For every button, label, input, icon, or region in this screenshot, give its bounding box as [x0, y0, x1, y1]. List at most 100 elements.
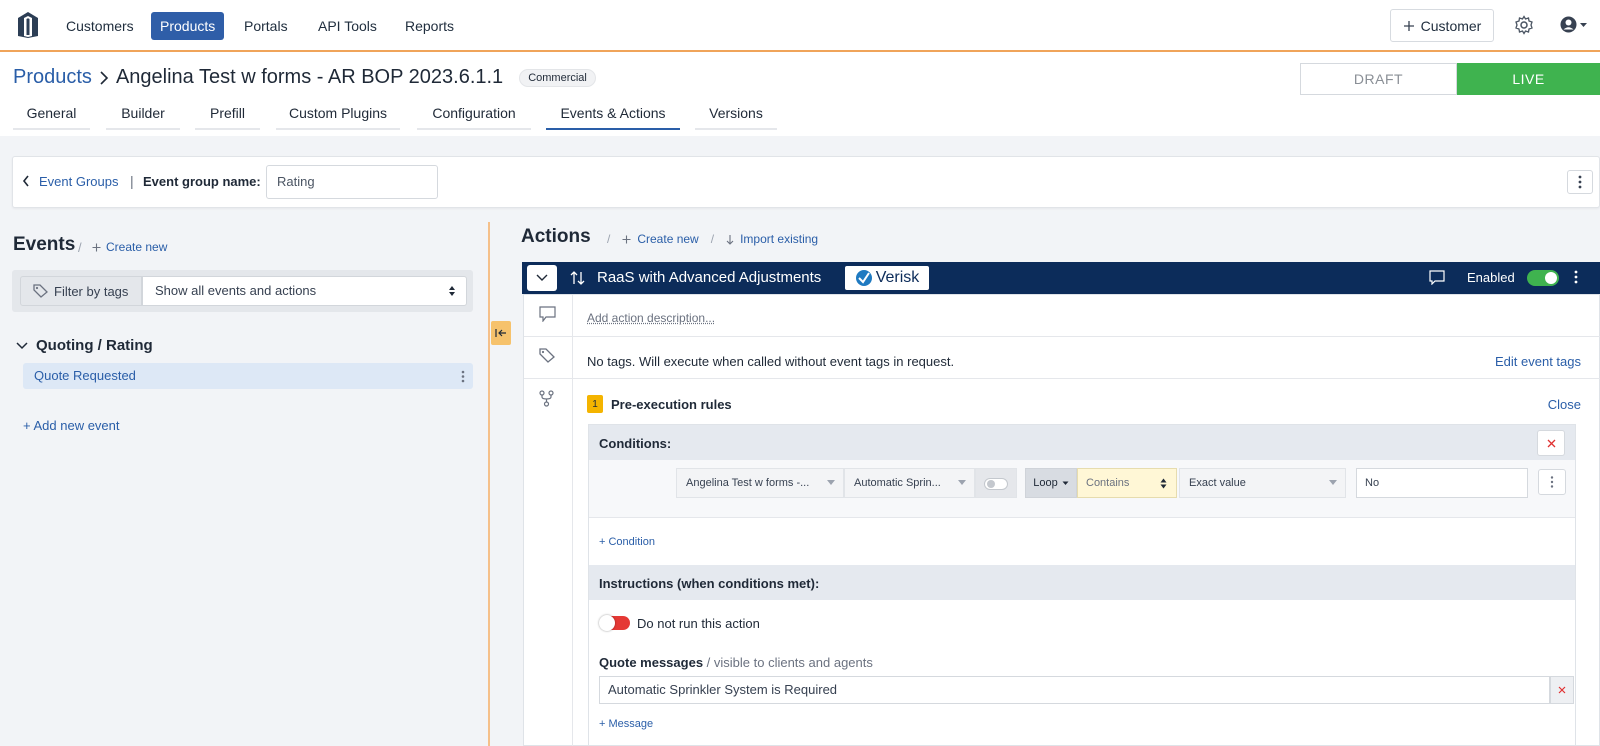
- create-event-link[interactable]: Create new: [92, 240, 167, 254]
- remove-message-button[interactable]: [1550, 676, 1574, 704]
- add-customer-label: Customer: [1420, 17, 1482, 34]
- conditions-panel: Conditions: Angelina Test w forms -... A…: [588, 424, 1576, 746]
- instructions-label: Instructions (when conditions met):: [599, 576, 820, 591]
- chevron-left-icon[interactable]: [21, 174, 31, 188]
- event-item-quote-requested[interactable]: Quote Requested: [23, 363, 473, 389]
- select-arrows-icon: [448, 285, 456, 297]
- operator-value: Contains: [1086, 477, 1130, 489]
- quote-messages-title: Quote messages: [599, 655, 704, 670]
- quote-message-input[interactable]: Automatic Sprinkler System is Required: [599, 676, 1550, 704]
- tab-configuration[interactable]: Configuration: [417, 96, 531, 130]
- plus-icon: [92, 243, 101, 252]
- nav-products[interactable]: Products: [151, 12, 225, 40]
- caret-down-icon: [958, 480, 966, 485]
- event-item-label: Quote Requested: [34, 368, 136, 383]
- add-new-event-link[interactable]: + Add new event: [23, 418, 120, 433]
- more-options-button[interactable]: [1567, 170, 1593, 194]
- event-groups-link[interactable]: Event Groups: [39, 174, 119, 189]
- event-group-name-input[interactable]: Rating: [266, 165, 438, 199]
- condition-options-button[interactable]: [1538, 469, 1566, 495]
- kebab-icon[interactable]: [461, 370, 465, 383]
- draft-button[interactable]: DRAFT: [1300, 63, 1457, 95]
- close-rules-link[interactable]: Close: [1548, 397, 1581, 412]
- condition-toggle[interactable]: [975, 468, 1017, 498]
- draft-live-switch: DRAFT LIVE: [1300, 63, 1600, 95]
- kebab-icon[interactable]: [1574, 270, 1578, 284]
- caret-down-icon: [1062, 481, 1069, 486]
- row-divider: [524, 336, 1600, 337]
- collapse-panel-button[interactable]: [491, 321, 511, 345]
- tab-versions[interactable]: Versions: [695, 96, 777, 130]
- nav-reports[interactable]: Reports: [396, 12, 463, 40]
- verisk-wordmark: Verisk: [875, 269, 920, 286]
- actions-heading: Actions: [521, 226, 591, 247]
- nav-portals[interactable]: Portals: [235, 12, 297, 40]
- tab-general[interactable]: General: [13, 96, 90, 130]
- row-divider: [524, 378, 1600, 379]
- add-condition-link[interactable]: + Condition: [599, 536, 655, 548]
- add-customer-button[interactable]: Customer: [1390, 9, 1494, 42]
- select-arrows-icon: [1160, 478, 1167, 489]
- branch-icon: [539, 390, 554, 407]
- caret-down-icon: [1329, 480, 1337, 485]
- breadcrumb: Products Angelina Test w forms - AR BOP …: [13, 66, 596, 89]
- gear-icon[interactable]: [1514, 15, 1534, 35]
- tab-events-actions[interactable]: Events & Actions: [546, 96, 680, 130]
- tab-custom-plugins[interactable]: Custom Plugins: [276, 96, 400, 130]
- kebab-icon: [1550, 476, 1554, 488]
- reorder-icon[interactable]: [570, 270, 586, 286]
- enabled-toggle[interactable]: [1527, 270, 1559, 286]
- collapse-action-button[interactable]: [527, 265, 557, 291]
- condition-field-value: Automatic Sprin...: [854, 477, 941, 489]
- create-action-link[interactable]: Create new: [637, 232, 698, 246]
- tab-prefill[interactable]: Prefill: [195, 96, 260, 130]
- condition-row: Angelina Test w forms -... Automatic Spr…: [589, 460, 1575, 518]
- product-header: Products Angelina Test w forms - AR BOP …: [0, 52, 1600, 136]
- conditions-label: Conditions:: [599, 436, 672, 451]
- condition-source-select[interactable]: Angelina Test w forms -...: [676, 468, 844, 498]
- edit-event-tags-link[interactable]: Edit event tags: [1495, 354, 1581, 369]
- tags-status-text: No tags. Will execute when called withou…: [587, 354, 955, 369]
- rule-number-badge: 1: [587, 395, 603, 413]
- import-existing-link[interactable]: Import existing: [740, 232, 818, 246]
- value-type-value: Exact value: [1189, 477, 1246, 489]
- chevron-right-icon: [98, 70, 110, 86]
- tag-icon: [539, 348, 555, 363]
- event-group-quoting-rating[interactable]: Quoting / Rating: [16, 337, 153, 354]
- condition-source-value: Angelina Test w forms -...: [686, 477, 810, 489]
- verisk-check-icon: [855, 269, 873, 287]
- condition-value-input[interactable]: No: [1356, 468, 1528, 498]
- tab-builder[interactable]: Builder: [106, 96, 180, 130]
- loop-label: Loop: [1033, 477, 1058, 489]
- user-avatar-icon: [1560, 16, 1577, 33]
- nav-api-tools[interactable]: API Tools: [309, 12, 386, 40]
- nav-customers[interactable]: Customers: [57, 12, 143, 40]
- chevron-down-icon: [1579, 22, 1588, 28]
- action-header-bar: RaaS with Advanced Adjustments Verisk En…: [522, 262, 1600, 294]
- panel-divider[interactable]: [488, 222, 490, 746]
- separator: /: [78, 240, 82, 255]
- do-not-run-toggle[interactable]: [599, 615, 630, 631]
- loop-select[interactable]: Loop: [1025, 468, 1077, 498]
- condition-field-select[interactable]: Automatic Sprin...: [844, 468, 975, 498]
- live-button[interactable]: LIVE: [1457, 63, 1600, 95]
- remove-conditions-button[interactable]: [1537, 430, 1565, 456]
- comment-icon[interactable]: [1429, 270, 1445, 285]
- action-description-input[interactable]: Add action description...: [587, 311, 715, 325]
- filter-select[interactable]: Show all events and actions: [142, 276, 467, 306]
- add-message-link[interactable]: + Message: [599, 718, 653, 730]
- plus-icon: [1403, 20, 1415, 32]
- user-menu[interactable]: [1560, 16, 1588, 33]
- actions-links: / Create new / Import existing: [601, 232, 818, 246]
- arrow-down-icon: [726, 234, 734, 245]
- page-title: Angelina Test w forms - AR BOP 2023.6.1.…: [115, 66, 504, 88]
- breadcrumb-products-link[interactable]: Products: [13, 66, 92, 89]
- caret-down-icon: [827, 480, 835, 485]
- close-icon: [1558, 686, 1566, 694]
- verisk-logo: Verisk: [845, 266, 929, 290]
- collapse-left-icon: [495, 328, 507, 338]
- value-type-select[interactable]: Exact value: [1179, 468, 1346, 498]
- operator-select[interactable]: Contains: [1077, 468, 1177, 498]
- app-logo-icon[interactable]: [14, 10, 44, 40]
- chevron-down-icon: [536, 274, 548, 282]
